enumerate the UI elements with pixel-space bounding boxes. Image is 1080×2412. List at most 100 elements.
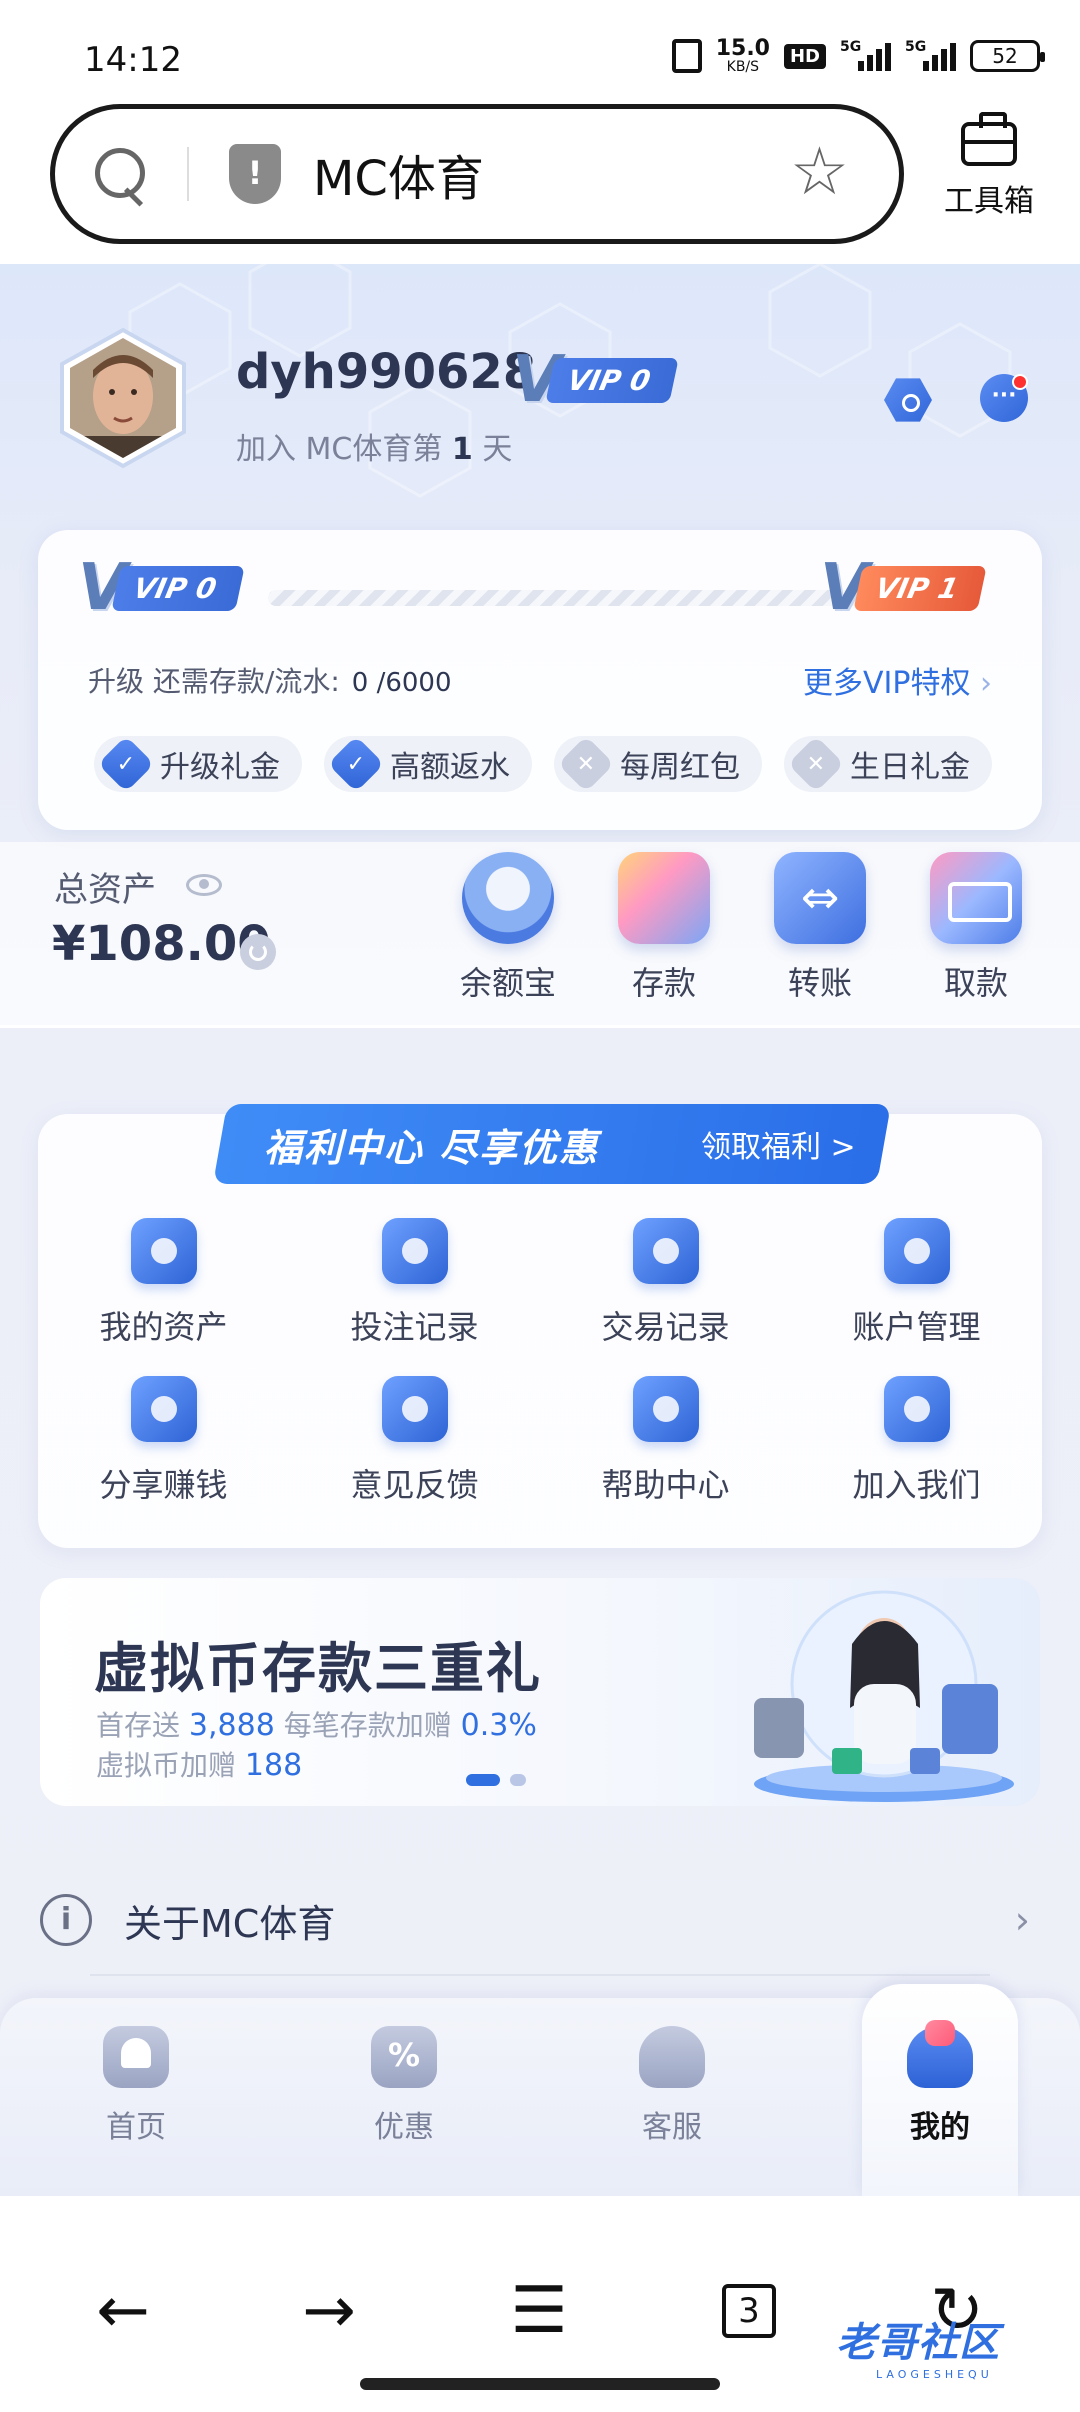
asset-action-label: 存款 <box>631 964 696 1002</box>
toolbox-label: 工具箱 <box>944 184 1034 219</box>
promo-text: 虚拟币加赠 <box>96 1749 245 1782</box>
tab-mine[interactable]: 我的 <box>870 2020 1010 2146</box>
user-icon <box>907 2020 973 2088</box>
welfare-title: 福利中心 尽享优惠 <box>264 1125 600 1170</box>
avatar[interactable] <box>56 326 190 470</box>
balance-treasure-button[interactable]: 余额宝 <box>430 852 586 1004</box>
upgrade-label: 升级 还需存款/流水: <box>88 665 340 698</box>
promo-text: 首存送 <box>96 1709 189 1742</box>
join-us-item[interactable]: 加入我们 <box>791 1376 1042 1506</box>
refresh-icon[interactable] <box>240 934 276 970</box>
menu-icon[interactable]: ☰ <box>494 2266 584 2356</box>
perk-high-rebate[interactable]: ✓ 高额返水 <box>324 735 532 793</box>
exchange-icon <box>632 1218 699 1284</box>
welfare-center-card: 福利中心 尽享优惠 领取福利 > 我的资产 投注记录 交易记录 账户管理 分享赚… <box>38 1104 1042 1548</box>
username: dyh990628 <box>236 344 537 400</box>
divider <box>90 1974 990 1976</box>
feedback-item[interactable]: 意见反馈 <box>289 1376 540 1506</box>
search-icon[interactable] <box>89 142 153 206</box>
next-vip-text: VIP 1 <box>852 565 987 611</box>
more-vip-label: 更多VIP特权 <box>802 666 971 701</box>
welfare-banner[interactable]: 福利中心 尽享优惠 领取福利 > <box>212 1104 892 1184</box>
help-center-item[interactable]: 帮助中心 <box>540 1376 791 1506</box>
bet-records-item[interactable]: 投注记录 <box>289 1218 540 1348</box>
my-assets-item[interactable]: 我的资产 <box>38 1218 289 1348</box>
welfare-grid: 我的资产 投注记录 交易记录 账户管理 分享赚钱 意见反馈 帮助中心 加入我们 <box>38 1218 1042 1506</box>
shield-warning-icon[interactable] <box>229 144 281 204</box>
current-vip-badge: V VIP 0 <box>78 556 245 620</box>
perk-birthday-bonus[interactable]: ✕ 生日礼金 <box>784 735 992 793</box>
deposit-button[interactable]: 存款 <box>586 852 742 1004</box>
welfare-item-label: 分享赚钱 <box>99 1466 228 1504</box>
browser-address-area: MC体育 ☆ 工具箱 <box>0 100 1080 264</box>
watermark-sub: LAOGESHEQU <box>876 2368 993 2381</box>
address-bar[interactable]: MC体育 ☆ <box>50 104 904 244</box>
address-text[interactable]: MC体育 <box>313 139 484 209</box>
help-question-icon <box>632 1376 699 1442</box>
vip-level-badge: V VIP 0 <box>512 348 679 412</box>
watermark-text: 老哥社区 <box>836 2320 1000 2366</box>
carousel-dot-active[interactable] <box>466 1774 500 1786</box>
promo-text: 每笔存款加赠 <box>274 1709 461 1742</box>
signal-icon: 5G <box>840 39 891 71</box>
welfare-item-label: 我的资产 <box>99 1308 228 1346</box>
check-icon: ✓ <box>97 735 155 793</box>
perk-upgrade-bonus[interactable]: ✓ 升级礼金 <box>94 735 302 793</box>
asset-actions: 余额宝 存款 转账 取款 <box>430 852 1054 1004</box>
promo-highlight: 3,888 <box>188 1708 275 1743</box>
perk-weekly-redpacket[interactable]: ✕ 每周红包 <box>554 735 762 793</box>
about-row[interactable]: i 关于MC体育 › <box>40 1870 1040 1970</box>
tab-label: 客服 <box>642 2110 702 2145</box>
asset-action-label: 余额宝 <box>459 964 556 1002</box>
promo-banner[interactable]: 虚拟币存款三重礼 首存送 3,888 每笔存款加赠 0.3% 虚拟币加赠 188 <box>40 1578 1040 1806</box>
signal-icon: 5G <box>905 39 956 71</box>
toolbox-icon <box>961 112 1017 166</box>
joined-suffix: 天 <box>472 432 513 467</box>
withdraw-button[interactable]: 取款 <box>898 852 1054 1004</box>
info-icon: i <box>40 1894 92 1946</box>
tab-customer-service[interactable]: 客服 <box>602 2026 742 2146</box>
promo-highlight: 188 <box>244 1748 303 1783</box>
feedback-chat-icon <box>381 1376 448 1442</box>
back-arrow-icon[interactable]: ← <box>78 2266 168 2356</box>
battery-icon: 52 <box>970 40 1045 72</box>
vip-level-text: VIP 0 <box>544 357 679 403</box>
welfare-item-label: 账户管理 <box>852 1308 981 1346</box>
toolbox-button[interactable]: 工具箱 <box>934 112 1044 220</box>
about-label: 关于MC体育 <box>124 1901 336 1946</box>
promo-line-2: 虚拟币加赠 188 <box>96 1744 302 1784</box>
promo-highlight: 0.3% <box>460 1708 537 1743</box>
net-speed-unit: KB/S <box>726 59 760 75</box>
chevron-right-icon: › <box>980 666 992 701</box>
tabs-button[interactable]: 3 <box>704 2266 794 2356</box>
balance-treasure-icon <box>462 852 554 944</box>
card-withdraw-icon <box>930 852 1022 944</box>
transaction-records-item[interactable]: 交易记录 <box>540 1218 791 1348</box>
tab-discounts[interactable]: 优惠 <box>334 2026 474 2146</box>
welfare-claim-link[interactable]: 领取福利 > <box>701 1122 856 1166</box>
tab-home[interactable]: 首页 <box>66 2026 206 2146</box>
asset-action-label: 取款 <box>943 964 1008 1002</box>
upgrade-value: 0 /6000 <box>351 668 452 698</box>
transfer-button[interactable]: 转账 <box>742 852 898 1004</box>
account-folder-icon <box>883 1218 950 1284</box>
carousel-dot[interactable] <box>510 1774 526 1786</box>
network-speed: 15.0 KB/S <box>715 36 770 75</box>
home-indicator[interactable] <box>360 2378 720 2390</box>
share-earn-item[interactable]: 分享赚钱 <box>38 1376 289 1506</box>
forward-arrow-icon[interactable]: → <box>284 2266 374 2356</box>
account-management-item[interactable]: 账户管理 <box>791 1218 1042 1348</box>
star-icon[interactable]: ☆ <box>790 139 849 205</box>
joined-days-text: 加入 MC体育第 1 天 <box>236 424 512 468</box>
promo-illustration <box>754 1590 1014 1802</box>
net-speed-value: 15.0 <box>715 36 770 61</box>
chevron-right-icon: › <box>1014 1898 1030 1942</box>
tab-label: 我的 <box>910 2110 970 2145</box>
eye-icon[interactable] <box>186 874 222 896</box>
wallet-icon <box>130 1218 197 1284</box>
signal-label: 5G <box>840 39 862 55</box>
headset-icon <box>639 2026 705 2088</box>
battery-level: 52 <box>992 44 1018 68</box>
more-vip-link[interactable]: 更多VIP特权 › <box>803 658 992 702</box>
assets-panel: 总资产 ¥108.00 余额宝 存款 转账 取款 <box>0 842 1080 1028</box>
